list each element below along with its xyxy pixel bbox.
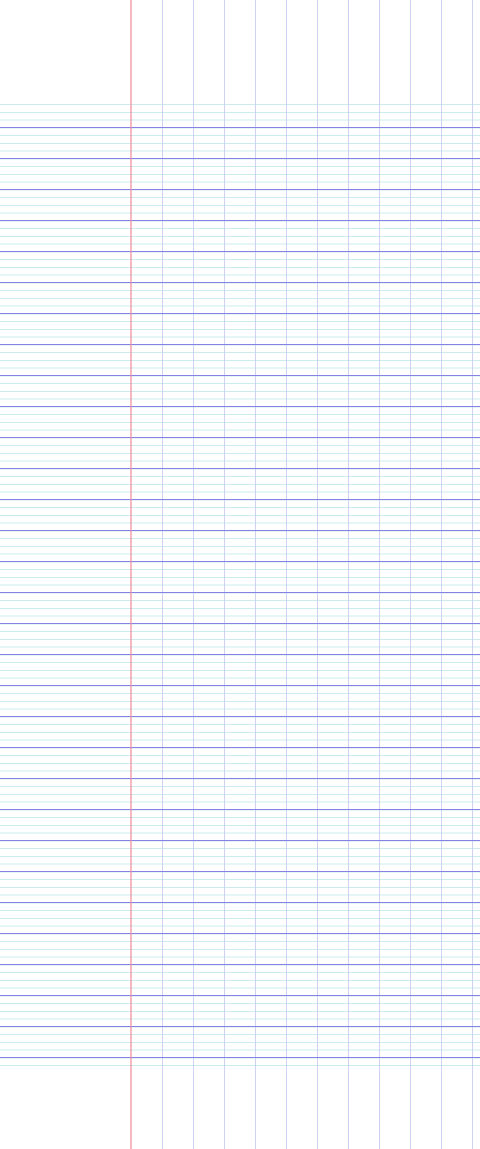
fine-horizontal-lines — [0, 104, 480, 1066]
notebook-page — [0, 0, 480, 1149]
seyes-ruling — [0, 0, 480, 1149]
vertical-grid-lines — [162, 0, 473, 1149]
main-horizontal-lines — [0, 126, 480, 1059]
